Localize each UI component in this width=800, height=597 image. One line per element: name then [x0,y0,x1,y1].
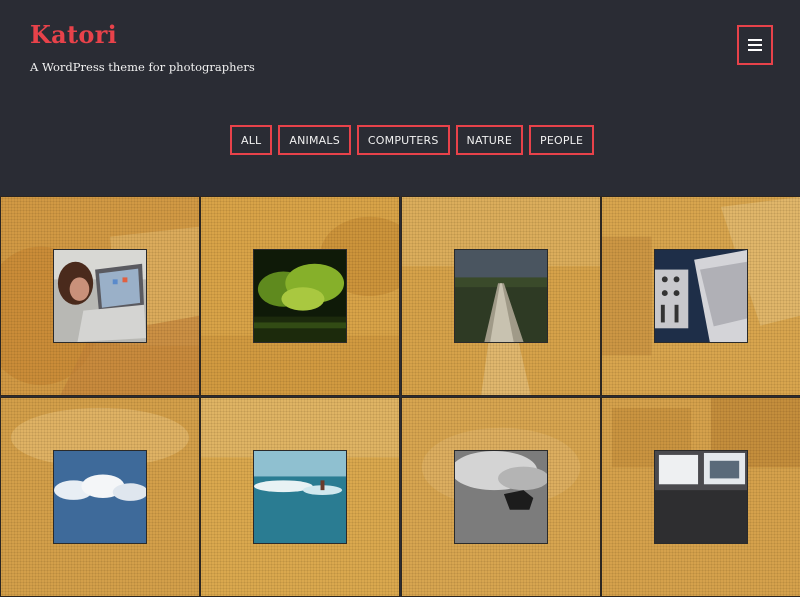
monitors-photo-thumbnail [654,450,748,544]
filter-animals-button[interactable]: ANIMALS [278,125,351,155]
trees-photo-thumbnail [253,249,347,343]
filter-people-button[interactable]: PEOPLE [529,125,595,155]
mixer-photo-thumbnail [654,249,748,343]
gallery-item-cloudy-sky[interactable] [0,397,200,597]
gallery-item-green-trees[interactable] [200,196,400,396]
filter-nature-button[interactable]: NATURE [455,125,523,155]
gallery-item-computer-monitors[interactable] [601,397,800,597]
site-header: Katori A WordPress theme for photographe… [0,0,800,196]
sky-photo-thumbnail [53,450,147,544]
gallery-item-laptop-with-person[interactable] [0,196,200,396]
gallery-item-laptop-audio-mixer[interactable] [601,196,800,396]
road-photo-thumbnail [454,249,548,343]
gallery-item-horse[interactable] [401,397,601,597]
ocean-photo-thumbnail [253,450,347,544]
filter-computers-button[interactable]: COMPUTERS [356,125,450,155]
filter-all-button[interactable]: ALL [230,125,273,155]
laptop-photo-thumbnail [53,249,147,343]
horse-photo-thumbnail [454,450,548,544]
site-tagline: A WordPress theme for photographers [30,60,255,74]
portfolio-filter-bar: ALL ANIMALS COMPUTERS NATURE PEOPLE [230,125,595,155]
portfolio-grid [0,196,800,597]
gallery-item-ocean-waves[interactable] [200,397,400,597]
gallery-item-dirt-road[interactable] [401,196,601,396]
site-title[interactable]: Katori [30,20,117,49]
hamburger-menu-icon [748,39,762,51]
menu-toggle-button[interactable] [737,25,773,65]
